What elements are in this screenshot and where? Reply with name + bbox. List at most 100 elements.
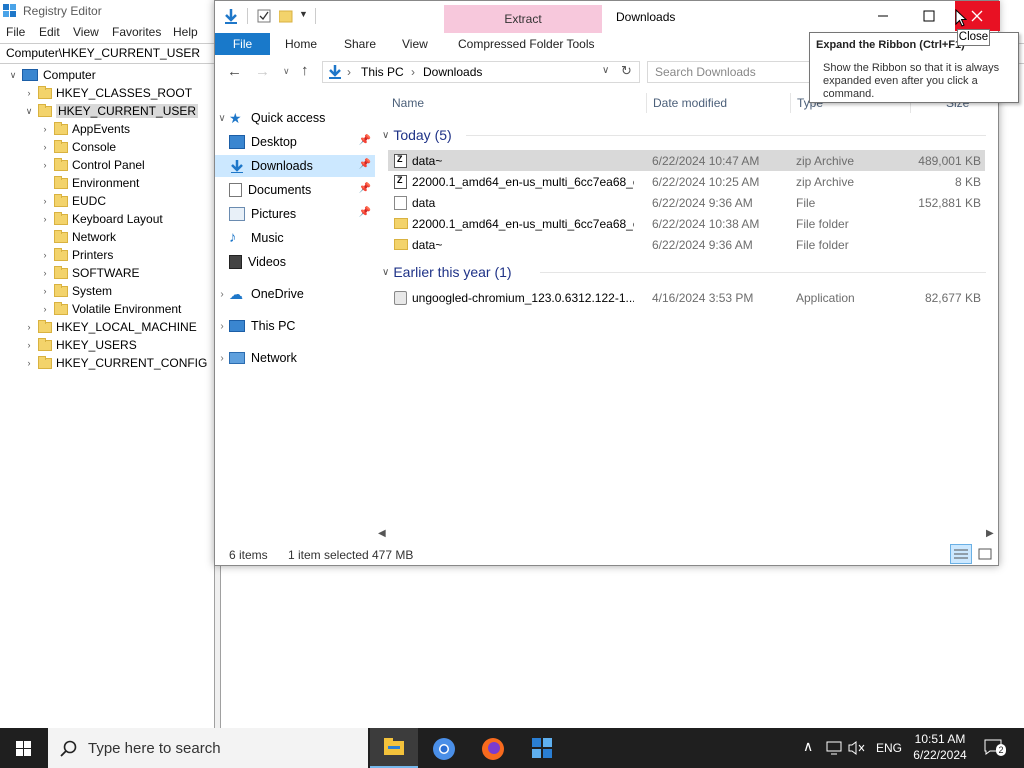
nav-onedrive[interactable]: › ☁ OneDrive (215, 283, 375, 305)
nav-pictures[interactable]: Pictures 📌 (215, 203, 375, 225)
network-status-icon[interactable] (826, 740, 842, 756)
file-row[interactable]: 22000.1_amd64_en-us_multi_6cc7ea68_c... … (388, 171, 985, 192)
tree-node-hku[interactable]: › HKEY_USERS (24, 336, 137, 354)
chevron-right-icon[interactable]: › (215, 321, 229, 332)
chevron-right-icon[interactable]: › (24, 322, 34, 332)
minimize-icon[interactable] (877, 10, 889, 22)
nav-quick-access[interactable]: ∨ ★ Quick access (215, 107, 375, 129)
tree-node-hkcr[interactable]: › HKEY_CLASSES_ROOT (24, 84, 192, 102)
chevron-right-icon[interactable]: › (40, 214, 50, 224)
tree-node-software[interactable]: › SOFTWARE (40, 264, 140, 282)
tab-view[interactable]: View (402, 37, 428, 51)
nav-music[interactable]: ♪ Music (215, 227, 375, 249)
address-dropdown-icon[interactable]: ∨ (602, 65, 609, 76)
chevron-right-icon[interactable]: › (40, 250, 50, 260)
menu-favorites[interactable]: Favorites (112, 25, 161, 39)
properties-icon[interactable] (257, 9, 271, 23)
tab-home[interactable]: Home (285, 37, 317, 51)
chevron-right-icon[interactable]: › (24, 88, 34, 98)
chevron-down-icon[interactable]: ∨ (382, 130, 389, 141)
customize-qat-icon[interactable]: ▼ (299, 9, 308, 19)
tab-share[interactable]: Share (344, 37, 376, 51)
tree-node-printers[interactable]: › Printers (40, 246, 113, 264)
tree-node-hklm[interactable]: › HKEY_LOCAL_MACHINE (24, 318, 197, 336)
chevron-right-icon[interactable]: › (40, 124, 50, 134)
forward-arrow-icon[interactable]: → (255, 63, 270, 80)
pin-icon[interactable]: 📌 (359, 159, 371, 170)
tree-node-network[interactable]: Network (40, 228, 116, 246)
speaker-muted-icon[interactable] (848, 740, 866, 756)
menu-edit[interactable]: Edit (39, 25, 60, 39)
chevron-right-icon[interactable]: › (40, 160, 50, 170)
menu-view[interactable]: View (73, 25, 99, 39)
nav-documents[interactable]: Documents 📌 (215, 179, 375, 201)
large-icons-view-button[interactable] (977, 546, 993, 562)
tree-node-environment[interactable]: Environment (40, 174, 139, 192)
column-header-name[interactable]: Name (392, 96, 424, 110)
recent-locations-icon[interactable]: ∨ (283, 66, 290, 77)
tree-node-console[interactable]: › Console (40, 138, 116, 156)
start-button[interactable] (0, 728, 48, 768)
chevron-right-icon[interactable]: › (40, 304, 50, 314)
chevron-right-icon[interactable]: › (215, 353, 229, 364)
tree-node-volatile-environment[interactable]: › Volatile Environment (40, 300, 181, 318)
chevron-right-icon[interactable]: › (24, 340, 34, 350)
menu-help[interactable]: Help (173, 25, 198, 39)
taskbar-registry-editor[interactable] (518, 728, 566, 768)
tab-file[interactable]: File (215, 33, 270, 55)
scroll-left-icon[interactable]: ◀ (378, 528, 386, 539)
nav-videos[interactable]: Videos (215, 251, 375, 273)
chevron-right-icon[interactable]: › (40, 286, 50, 296)
nav-network[interactable]: › Network (215, 347, 375, 369)
tree-node-system[interactable]: › System (40, 282, 112, 300)
address-bar[interactable]: › This PC › Downloads ∨ ↻ (322, 61, 640, 83)
group-header-today[interactable]: ∨ Today (5) (380, 124, 986, 146)
tree-node-hkcc[interactable]: › HKEY_CURRENT_CONFIG (24, 354, 207, 372)
nav-desktop[interactable]: Desktop 📌 (215, 131, 375, 153)
chevron-right-icon[interactable]: › (40, 142, 50, 152)
chevron-right-icon[interactable]: › (24, 358, 34, 368)
pin-icon[interactable]: 📌 (359, 183, 371, 194)
chevron-up-icon[interactable]: ∧ (803, 738, 813, 755)
tree-node-eudc[interactable]: › EUDC (40, 192, 106, 210)
taskbar-firefox[interactable] (469, 728, 517, 768)
file-row[interactable]: data 6/22/2024 9:36 AM File 152,881 KB (388, 192, 985, 213)
chevron-down-icon[interactable]: ∨ (382, 267, 389, 278)
details-view-button[interactable] (950, 544, 972, 564)
maximize-icon[interactable] (923, 10, 935, 22)
taskbar-file-explorer[interactable] (370, 728, 418, 768)
horizontal-scrollbar[interactable]: ◀ ▶ (378, 528, 998, 544)
notification-center-button[interactable]: 2 (984, 736, 1006, 758)
chevron-down-icon[interactable]: ∨ (24, 106, 34, 117)
chevron-right-icon[interactable]: › (40, 268, 50, 278)
back-arrow-icon[interactable]: ← (227, 63, 242, 80)
file-row[interactable]: data~ 6/22/2024 10:47 AM zip Archive 489… (388, 150, 985, 171)
group-header-earlier[interactable]: ∨ Earlier this year (1) (380, 261, 986, 283)
language-indicator[interactable]: ENG (876, 741, 902, 755)
taskbar-chrome[interactable] (420, 728, 468, 768)
tree-node-computer[interactable]: ∨ Computer (8, 66, 96, 84)
nav-downloads[interactable]: Downloads 📌 (215, 155, 375, 177)
breadcrumb-downloads[interactable]: Downloads (423, 65, 482, 79)
pin-icon[interactable]: 📌 (359, 135, 371, 146)
new-folder-icon[interactable] (279, 9, 293, 23)
pin-icon[interactable]: 📌 (359, 207, 371, 218)
breadcrumb-this-pc[interactable]: This PC (361, 65, 404, 79)
refresh-icon[interactable]: ↻ (621, 63, 632, 79)
chevron-right-icon[interactable]: › (215, 289, 229, 300)
tab-compressed-folder-tools[interactable]: Compressed Folder Tools (458, 37, 595, 51)
nav-this-pc[interactable]: › This PC (215, 315, 375, 337)
file-row[interactable]: ungoogled-chromium_123.0.6312.122-1.... … (388, 287, 985, 308)
chevron-right-icon[interactable]: › (40, 196, 50, 206)
tree-node-keyboard-layout[interactable]: › Keyboard Layout (40, 210, 163, 228)
menu-file[interactable]: File (6, 25, 25, 39)
tree-node-control-panel[interactable]: › Control Panel (40, 156, 145, 174)
search-input[interactable]: Search Downloads (647, 61, 817, 83)
taskbar-search-box[interactable]: Type here to search (48, 728, 368, 768)
chevron-down-icon[interactable]: ∨ (215, 113, 229, 124)
up-arrow-icon[interactable]: ↑ (301, 62, 309, 79)
tree-node-appevents[interactable]: › AppEvents (40, 120, 130, 138)
taskbar-clock[interactable]: 10:51 AM 6/22/2024 (908, 731, 972, 763)
column-header-date[interactable]: Date modified (653, 96, 727, 110)
file-row[interactable]: data~ 6/22/2024 9:36 AM File folder (388, 234, 985, 255)
